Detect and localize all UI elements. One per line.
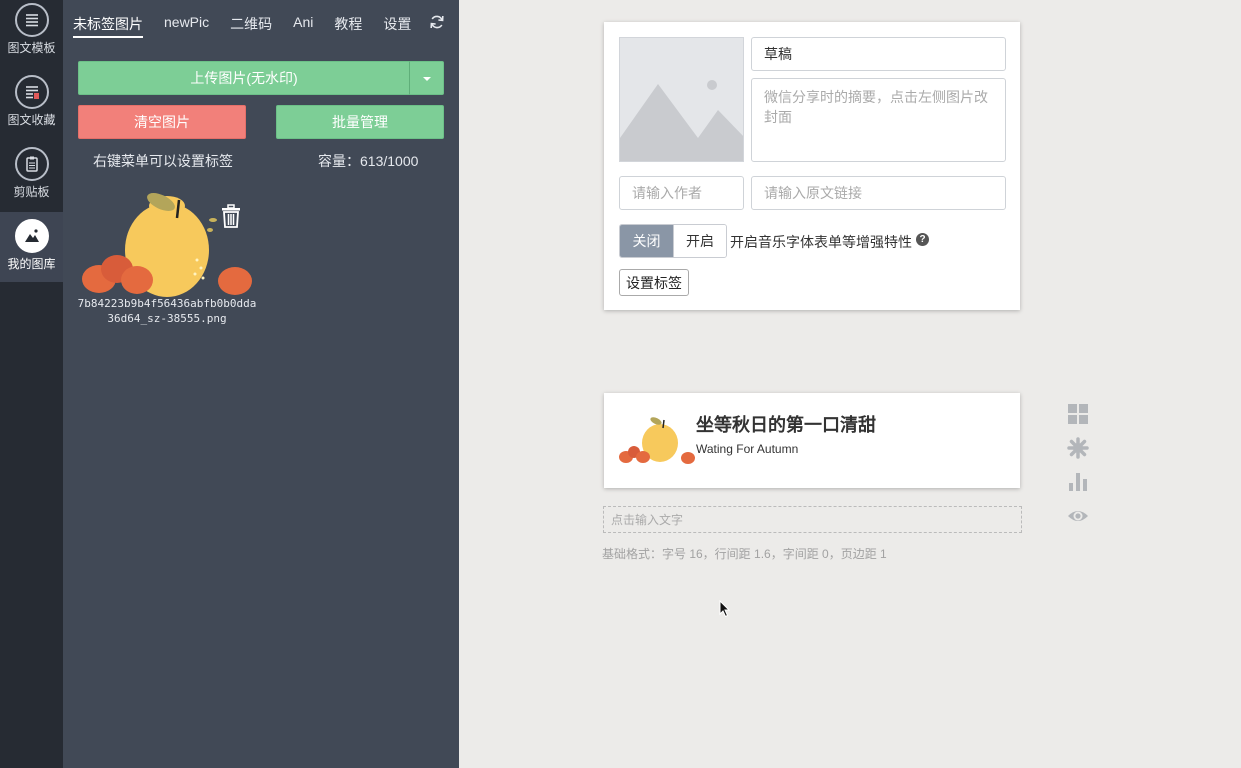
source-link-input[interactable]: 请输入原文链接 <box>751 176 1006 210</box>
tab-untagged[interactable]: 未标签图片 <box>73 14 143 38</box>
article-thumbnail <box>619 417 695 464</box>
toggle-off-button[interactable]: 关闭 <box>620 225 673 257</box>
tab-settings[interactable]: 设置 <box>383 14 411 38</box>
image-placeholder-icon <box>620 80 743 161</box>
upload-options-dropdown[interactable] <box>409 61 444 95</box>
library-tabs: 未标签图片 newPic 二维码 Ani 教程 设置 <box>73 14 432 38</box>
rail-item-label: 图文模板 <box>7 41 56 55</box>
image-filename: 7b84223b9b4f56436abfb0b0dda36d64_sz-3855… <box>77 297 257 325</box>
refresh-icon[interactable] <box>429 14 445 30</box>
image-library-panel: 未标签图片 newPic 二维码 Ani 教程 设置 上传图片(无水印) 清空图… <box>63 0 459 768</box>
rail-item-clipboard[interactable]: 剪贴板 <box>0 144 63 214</box>
tab-newpic[interactable]: newPic <box>164 14 209 38</box>
eye-icon[interactable] <box>1067 505 1089 527</box>
article-subtitle: Wating For Autumn <box>696 442 799 456</box>
set-tag-button[interactable]: 设置标签 <box>619 269 689 296</box>
help-icon[interactable]: ? <box>916 233 929 246</box>
article-title: 坐等秋日的第一口清甜 <box>696 415 876 435</box>
mouse-cursor <box>719 600 731 618</box>
clear-images-button[interactable]: 清空图片 <box>78 105 246 139</box>
icon-rail: 图文模板 图文收藏 剪贴板 我的图库 <box>0 0 63 768</box>
base-format-info: 基础格式：字号 16，行间距 1.6，字间距 0，页边距 1 <box>602 547 887 561</box>
text-input-area[interactable]: 点击输入文字 <box>603 506 1022 533</box>
toggle-on-button[interactable]: 开启 <box>673 225 726 257</box>
list-icon <box>14 3 49 37</box>
tab-ani[interactable]: Ani <box>293 14 313 38</box>
article-meta-card: 草稿 微信分享时的摘要，点击左侧图片改封面 请输入作者 请输入原文链接 关闭 开… <box>604 22 1020 310</box>
tab-tutorial[interactable]: 教程 <box>334 14 362 38</box>
rail-item-label: 剪贴板 <box>13 185 50 199</box>
clipboard-icon <box>14 147 49 181</box>
bar-chart-icon[interactable] <box>1067 471 1089 493</box>
bookmark-list-icon <box>14 75 49 109</box>
tab-qrcode[interactable]: 二维码 <box>230 14 272 38</box>
rail-item-favorites[interactable]: 图文收藏 <box>0 72 63 142</box>
author-input[interactable]: 请输入作者 <box>619 176 744 210</box>
rail-item-templates[interactable]: 图文模板 <box>0 0 63 70</box>
cover-image-placeholder[interactable] <box>619 37 744 162</box>
enhance-label: 开启音乐字体表单等增强特性 <box>730 234 912 250</box>
rail-item-label: 我的图库 <box>7 257 56 271</box>
upload-image-button[interactable]: 上传图片(无水印) <box>78 61 410 95</box>
capacity-text: 容量：613/1000 <box>318 153 419 169</box>
batch-manage-button[interactable]: 批量管理 <box>276 105 444 139</box>
article-preview-card[interactable]: 坐等秋日的第一口清甜 Wating For Autumn <box>604 393 1020 488</box>
enhance-toggle: 关闭 开启 <box>619 224 727 258</box>
article-title-input[interactable]: 草稿 <box>751 37 1006 71</box>
rail-item-label: 图文收藏 <box>7 113 56 127</box>
grid-icon[interactable] <box>1067 403 1089 425</box>
rail-item-gallery[interactable]: 我的图库 <box>0 212 63 282</box>
trash-icon[interactable] <box>221 204 241 228</box>
summary-textarea[interactable]: 微信分享时的摘要，点击左侧图片改封面 <box>751 78 1006 162</box>
image-gallery-icon <box>14 219 49 253</box>
gear-icon[interactable] <box>1067 437 1089 459</box>
tag-hint-text: 右键菜单可以设置标签 <box>93 153 233 169</box>
